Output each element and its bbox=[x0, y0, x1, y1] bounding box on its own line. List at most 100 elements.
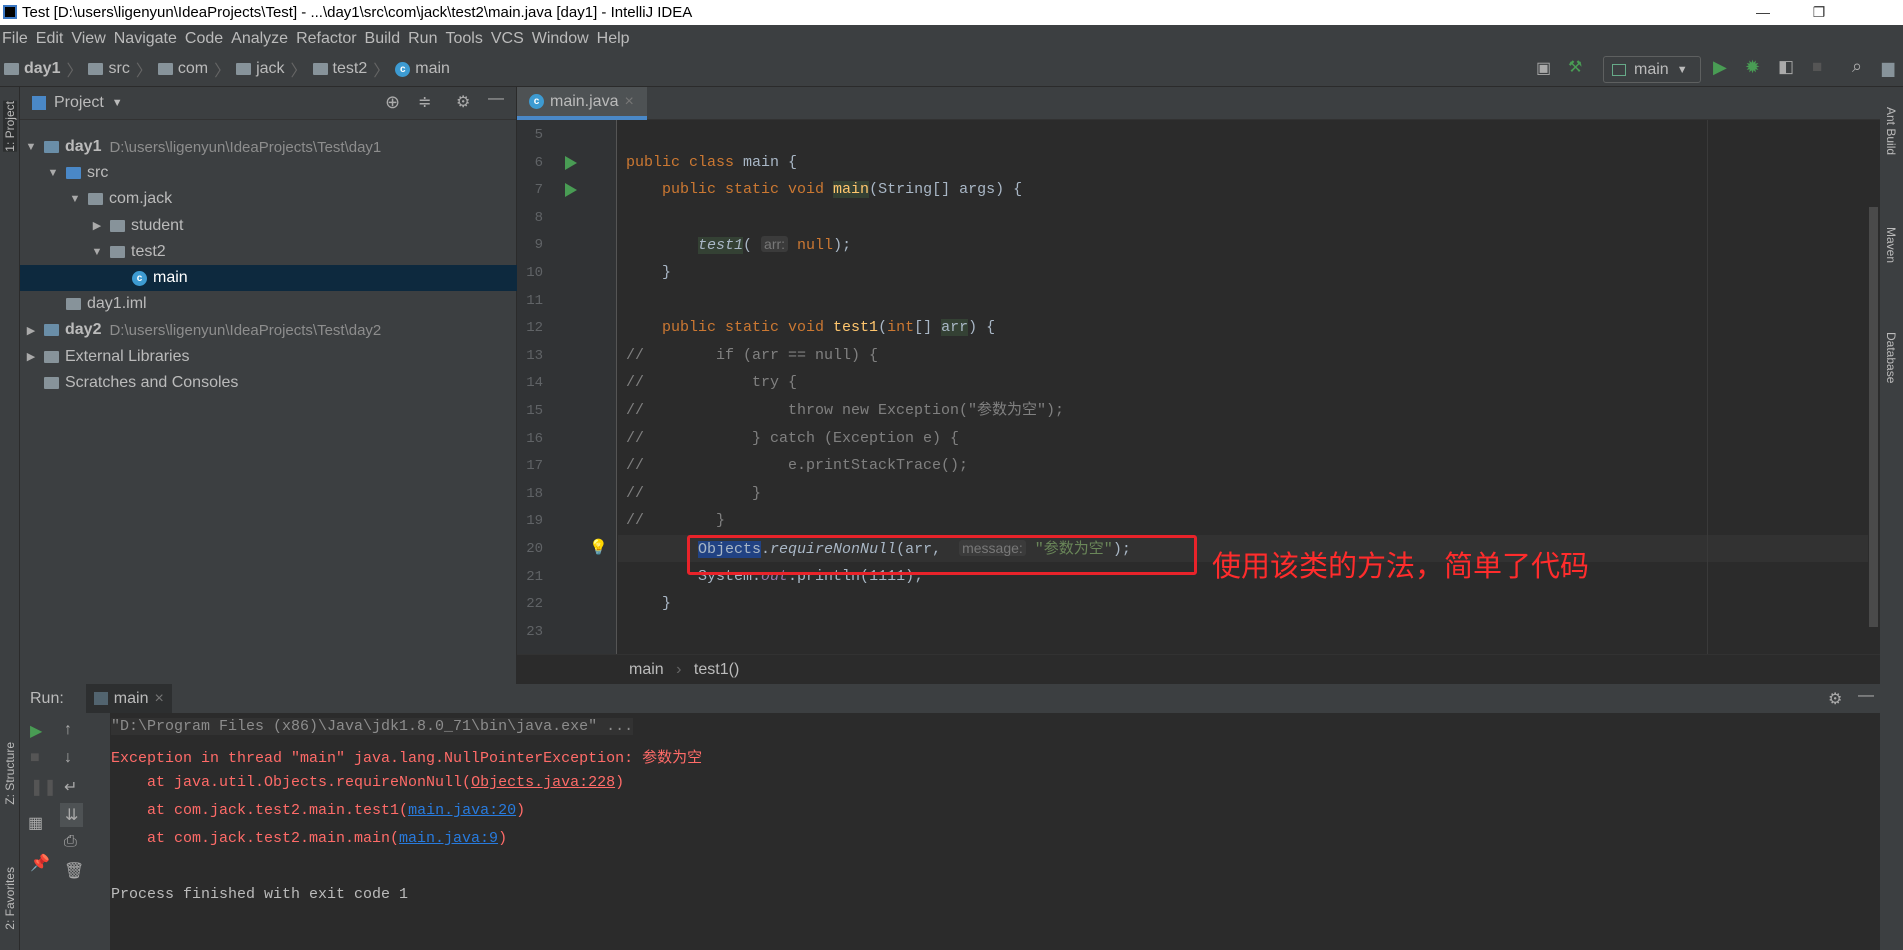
breadcrumb-com[interactable]: com bbox=[157, 60, 208, 78]
menu-file[interactable]: File bbox=[0, 30, 34, 48]
menu-navigate[interactable]: Navigate bbox=[112, 30, 183, 48]
menu-analyze[interactable]: Analyze bbox=[229, 30, 294, 48]
project-panel-header: Project ▼ ⊕ ≑ ⚙ — bbox=[20, 87, 516, 120]
menu-vcs[interactable]: VCS bbox=[489, 30, 530, 48]
console-line: Process finished with exit code 1 bbox=[111, 886, 408, 903]
hide-icon[interactable]: — bbox=[488, 90, 504, 108]
editor-scrollbar[interactable] bbox=[1869, 207, 1878, 627]
tree-item-day1[interactable]: ▼ day1 D:\users\ligenyun\IdeaProjects\Test… bbox=[20, 134, 517, 160]
project-structure-icon[interactable]: ▆ bbox=[1882, 58, 1894, 78]
favorites-tool-button[interactable]: 2: Favorites bbox=[3, 867, 17, 930]
left-tool-stripe: 1: Project Z: Structure 2: Favorites bbox=[0, 87, 20, 950]
menu-window[interactable]: Window bbox=[530, 30, 595, 48]
breadcrumb-main[interactable]: c main bbox=[395, 60, 450, 78]
tree-item-src[interactable]: ▼ src bbox=[20, 160, 517, 186]
tab-main-java[interactable]: c main.java × bbox=[517, 87, 647, 120]
breadcrumb-src[interactable]: src bbox=[88, 60, 130, 78]
coverage-icon[interactable]: ◧ bbox=[1778, 57, 1794, 77]
expand-arrow-icon[interactable]: ▶ bbox=[90, 219, 104, 232]
menu-tools[interactable]: Tools bbox=[443, 30, 488, 48]
right-margin-guide bbox=[1707, 120, 1708, 654]
close-icon[interactable]: × bbox=[154, 690, 163, 708]
expand-arrow-icon[interactable]: ▶ bbox=[24, 324, 38, 337]
trash-icon[interactable]: 🗑 bbox=[64, 861, 84, 881]
hide-icon[interactable]: — bbox=[1858, 687, 1874, 705]
run-panel-header: Run: main × ⚙ — bbox=[20, 684, 1880, 713]
crumb-main[interactable]: main bbox=[629, 661, 664, 678]
restore-layout-icon[interactable]: ▦ bbox=[28, 813, 43, 833]
run-config-label: main bbox=[1634, 60, 1669, 78]
code-line: // throw new Exception("参数为空"); bbox=[626, 397, 1064, 424]
run-anything-icon[interactable]: ▣ bbox=[1536, 58, 1551, 78]
console-text: Process finished with exit code 1 bbox=[111, 886, 409, 903]
pin-icon[interactable]: 📌 bbox=[30, 853, 50, 873]
menu-code[interactable]: Code bbox=[183, 30, 229, 48]
build-hammer-icon[interactable]: ⚒ bbox=[1568, 57, 1582, 77]
run-config-select[interactable]: main ▼ bbox=[1603, 56, 1701, 83]
search-icon[interactable]: ⌕ bbox=[1852, 56, 1862, 77]
expand-arrow-icon[interactable]: ▼ bbox=[46, 167, 60, 179]
breadcrumb-jack[interactable]: jack bbox=[236, 60, 285, 78]
code-token: ) { bbox=[968, 319, 996, 337]
maven-tool-button[interactable]: Maven bbox=[1884, 227, 1898, 263]
chevron-down-icon[interactable]: ▼ bbox=[112, 97, 123, 109]
soft-wrap-icon[interactable]: ↵ bbox=[64, 777, 77, 797]
expand-arrow-icon[interactable]: ▼ bbox=[68, 193, 82, 205]
menu-help[interactable]: Help bbox=[595, 30, 636, 48]
debug-icon[interactable]: ✹ bbox=[1745, 57, 1760, 78]
locate-icon[interactable]: ⊕ bbox=[385, 92, 400, 113]
scroll-to-end-icon[interactable]: ⇊ bbox=[60, 803, 84, 827]
code-line: public class main { bbox=[626, 149, 797, 176]
window-title: Test [D:\users\ligenyun\IdeaProjects\Tes… bbox=[22, 4, 693, 21]
menu-run[interactable]: Run bbox=[406, 30, 443, 48]
tree-item-student[interactable]: ▶ student bbox=[20, 213, 517, 239]
tree-item-main[interactable]: c main bbox=[20, 265, 517, 291]
stacktrace-link[interactable]: Objects.java:228 bbox=[471, 774, 615, 791]
close-icon[interactable]: × bbox=[624, 93, 633, 111]
project-tool-button[interactable]: 1: Project bbox=[3, 101, 17, 152]
tree-item-test2[interactable]: ▼ test2 bbox=[20, 239, 517, 265]
tree-item-com-jack[interactable]: ▼ com.jack bbox=[20, 186, 517, 212]
code-line: } bbox=[626, 259, 671, 286]
run-icon[interactable]: ▶ bbox=[1713, 57, 1727, 78]
folder-icon bbox=[236, 63, 252, 75]
tree-item-day1-iml[interactable]: day1.iml bbox=[20, 291, 517, 317]
code-token: test1 bbox=[833, 319, 879, 337]
print-icon[interactable]: ⎙ bbox=[64, 833, 77, 851]
run-tab-main[interactable]: main × bbox=[85, 684, 172, 713]
tree-item-day2[interactable]: ▶ day2 D:\users\ligenyun\IdeaProjects\Test… bbox=[20, 317, 517, 343]
menu-edit[interactable]: Edit bbox=[34, 30, 70, 48]
menu-refactor[interactable]: Refactor bbox=[294, 30, 362, 48]
tree-item-scratches-and-consoles[interactable]: Scratches and Consoles bbox=[20, 370, 517, 396]
ant-build-tool-button[interactable]: Ant Build bbox=[1884, 107, 1898, 155]
right-tool-stripe: Ant Build Maven Database bbox=[1880, 87, 1903, 950]
console-line: at com.jack.test2.main.test1(main.java:2… bbox=[111, 802, 525, 819]
code-token: } bbox=[626, 595, 672, 613]
stop-icon[interactable]: ■ bbox=[30, 749, 40, 767]
gear-icon[interactable]: ⚙ bbox=[1828, 689, 1842, 709]
console-text: at com.jack.test2.main.main( bbox=[111, 830, 400, 847]
menu-build[interactable]: Build bbox=[363, 30, 407, 48]
down-arrow-icon[interactable]: ↓ bbox=[64, 749, 72, 767]
stacktrace-link[interactable]: main.java:9 bbox=[399, 830, 498, 847]
structure-tool-button[interactable]: Z: Structure bbox=[3, 742, 17, 805]
stop-icon[interactable]: ■ bbox=[1812, 57, 1822, 77]
up-arrow-icon[interactable]: ↑ bbox=[64, 721, 72, 739]
minimize-button[interactable]: — bbox=[1740, 0, 1786, 25]
gear-icon[interactable]: ⚙ bbox=[456, 92, 470, 112]
breadcrumb-test2[interactable]: test2 bbox=[312, 60, 367, 78]
database-tool-button[interactable]: Database bbox=[1884, 332, 1898, 383]
stacktrace-link[interactable]: main.java:20 bbox=[408, 802, 516, 819]
tree-item-external-libraries[interactable]: ▶ External Libraries bbox=[20, 344, 517, 370]
expand-arrow-icon[interactable]: ▼ bbox=[90, 246, 104, 258]
breadcrumb-day1[interactable]: day1 bbox=[4, 60, 60, 78]
menu-view[interactable]: View bbox=[69, 30, 111, 48]
rerun-icon[interactable]: ▶ bbox=[30, 721, 42, 741]
pause-icon[interactable]: ❚❚ bbox=[30, 777, 57, 797]
collapse-all-icon[interactable]: ≑ bbox=[418, 92, 431, 112]
crumb-test1[interactable]: test1() bbox=[694, 661, 739, 678]
expand-arrow-icon[interactable]: ▼ bbox=[24, 141, 38, 153]
expand-arrow-icon[interactable]: ▶ bbox=[24, 350, 38, 363]
maximize-button[interactable]: ❐ bbox=[1796, 0, 1842, 25]
project-view-selector[interactable]: Project bbox=[54, 94, 104, 112]
